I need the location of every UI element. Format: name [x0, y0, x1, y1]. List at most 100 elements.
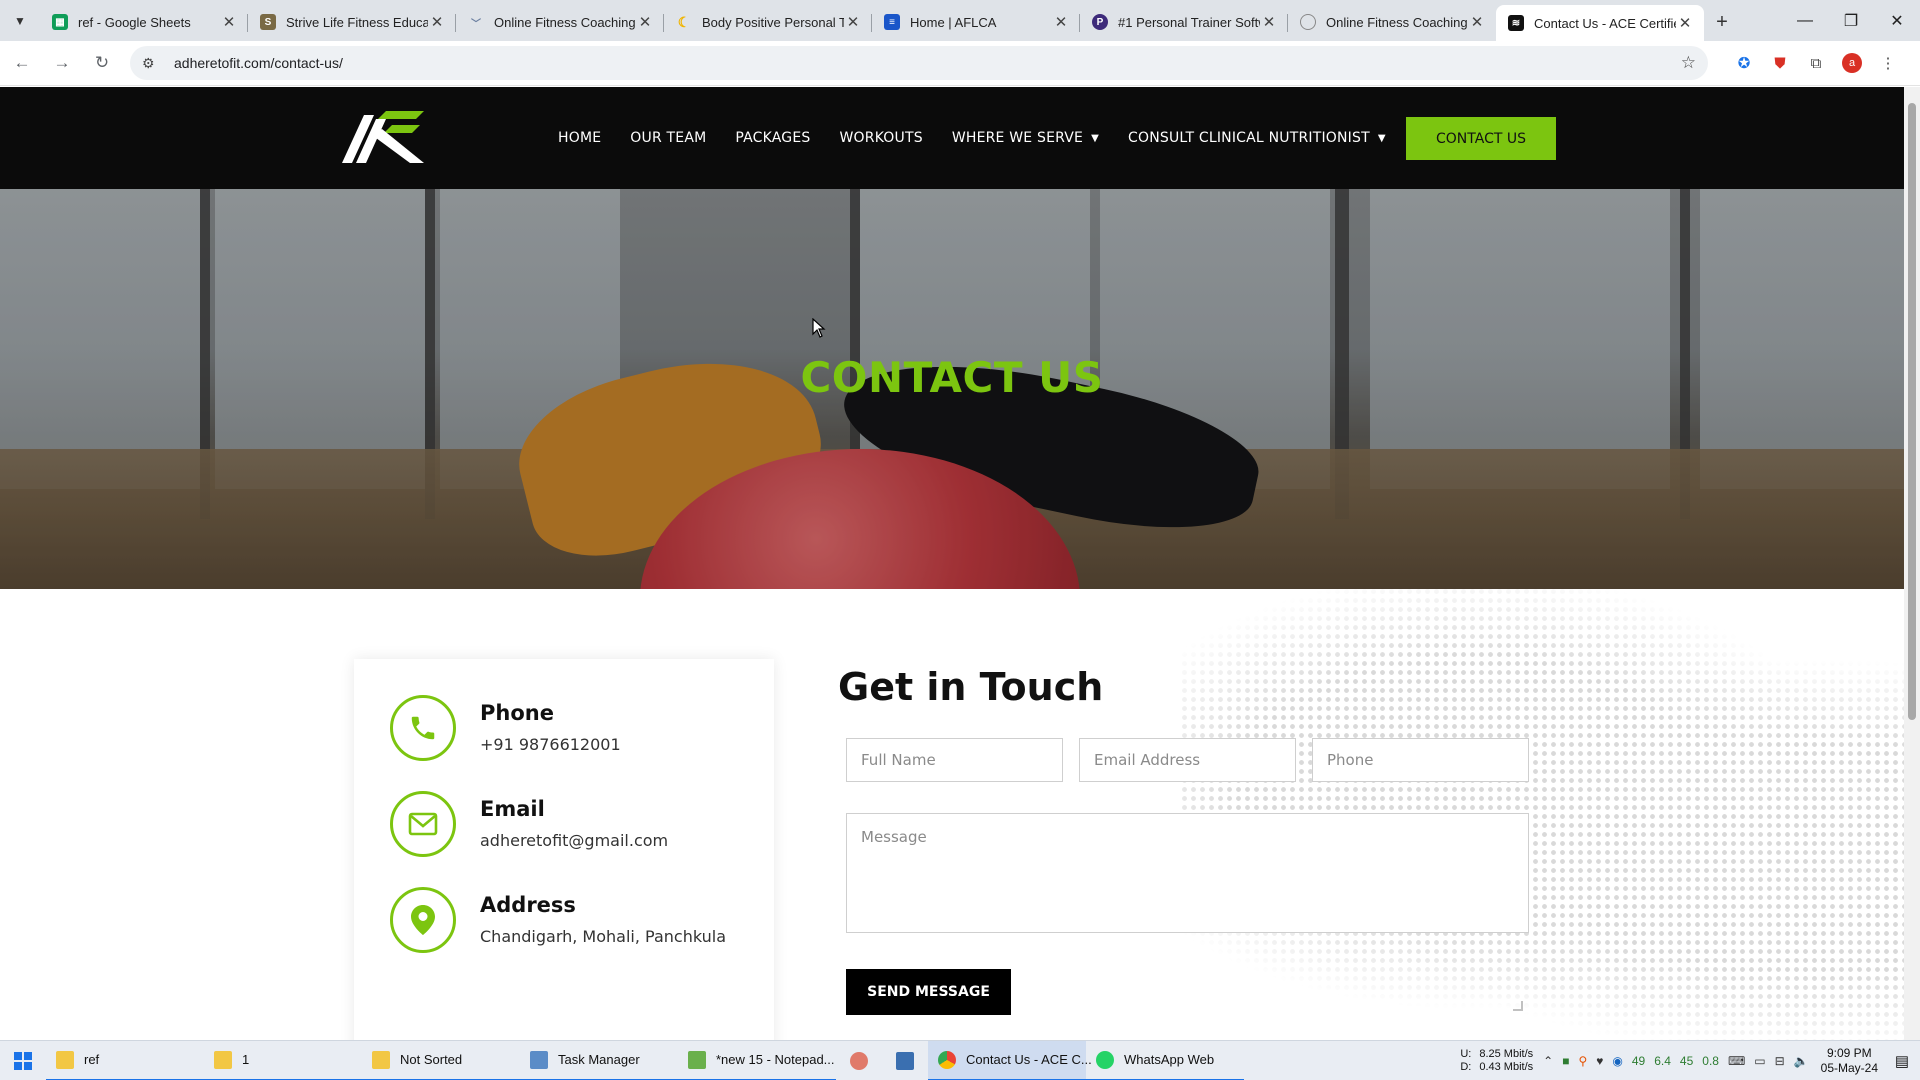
- nav-home[interactable]: HOME: [558, 130, 601, 146]
- volume-icon[interactable]: 🔈: [1794, 1054, 1809, 1068]
- search-tray-icon[interactable]: ⚲: [1578, 1054, 1587, 1068]
- tab-close-icon[interactable]: ✕: [1052, 13, 1070, 31]
- system-tray: U: D: 8.25 Mbit/s 0.43 Mbit/s ⌃ ■ ⚲ ♥ ◉ 49…: [1460, 1041, 1920, 1080]
- full-name-input[interactable]: [846, 738, 1063, 782]
- minimize-icon[interactable]: —: [1782, 0, 1828, 41]
- window-controls: — ❐ ✕: [1782, 0, 1920, 41]
- coaching-icon: ﹀: [471, 18, 481, 30]
- textarea-resize-handle[interactable]: [1513, 1001, 1523, 1011]
- bookmark-star-icon[interactable]: ☆: [1681, 53, 1696, 73]
- nav-packages[interactable]: PACKAGES: [735, 130, 810, 146]
- tab-title: Contact Us - ACE Certifie: [1534, 15, 1676, 31]
- taskbar-item-chrome[interactable]: Contact Us - ACE C...: [928, 1040, 1092, 1080]
- restore-icon[interactable]: ❐: [1828, 0, 1874, 41]
- profile-avatar[interactable]: a: [1834, 45, 1870, 81]
- tab-close-icon[interactable]: ✕: [844, 13, 862, 31]
- sheets-icon: ▦: [52, 14, 68, 30]
- extensions-puzzle-icon[interactable]: ⧉: [1798, 45, 1834, 81]
- tab-body-positive[interactable]: ☾ Body Positive Personal Tra ✕: [664, 5, 872, 39]
- back-arrow-icon[interactable]: ←: [4, 45, 40, 81]
- tab-contact-us-active[interactable]: ≋ Contact Us - ACE Certifie ✕: [1496, 5, 1704, 41]
- folder-icon: [372, 1050, 390, 1069]
- nav-workouts[interactable]: WORKOUTS: [840, 130, 923, 146]
- contact-address: Address Chandigarh, Mohali, Panchkula: [390, 887, 726, 953]
- site-settings-icon[interactable]: ⚙: [142, 55, 164, 72]
- tab-strive-life[interactable]: S Strive Life Fitness Educatic ✕: [248, 5, 456, 39]
- tray-metric: 0.8: [1702, 1054, 1719, 1068]
- nav-our-team[interactable]: OUR TEAM: [630, 130, 706, 146]
- taskbar-label: *new 15 - Notepad...: [716, 1052, 835, 1067]
- ace-icon: ≋: [1508, 15, 1524, 31]
- tab-close-icon[interactable]: ✕: [1260, 13, 1278, 31]
- tab-title: ref - Google Sheets: [78, 14, 191, 30]
- taskbar-item-1[interactable]: 1: [204, 1041, 362, 1080]
- tab-title: Strive Life Fitness Educatic: [286, 14, 428, 30]
- taskbar-item-app-7[interactable]: [882, 1041, 928, 1080]
- contact-email: Email adheretofit@gmail.com: [390, 791, 668, 857]
- message-textarea[interactable]: [846, 813, 1529, 933]
- tray-globe-icon[interactable]: ◉: [1612, 1054, 1622, 1068]
- contact-info-card: Phone +91 9876612001 Email adheretofit@g…: [354, 659, 774, 1040]
- chevron-up-icon[interactable]: ⌃: [1543, 1054, 1553, 1068]
- tab-online-fitness-1[interactable]: ﹀ Online Fitness Coaching | ✕: [456, 5, 664, 39]
- taskbar-item-task-manager[interactable]: Task Manager: [520, 1041, 678, 1080]
- taskbar-item-notepad[interactable]: *new 15 - Notepad...: [678, 1041, 836, 1080]
- contact-phone: Phone +91 9876612001: [390, 695, 621, 761]
- tab-aflca[interactable]: ≡ Home | AFLCA ✕: [872, 5, 1080, 39]
- email-value[interactable]: adheretofit@gmail.com: [480, 831, 668, 850]
- tray-icons: ⌃ ■ ⚲ ♥ ◉ 49 6.4 45 0.8 ⌨ ▭ ⊟ 🔈: [1543, 1054, 1809, 1068]
- keyboard-icon[interactable]: ⌨: [1728, 1054, 1745, 1068]
- email-input[interactable]: [1079, 738, 1296, 782]
- site-logo[interactable]: [342, 109, 424, 165]
- tab-close-icon[interactable]: ✕: [428, 13, 446, 31]
- taskbar-item-ref[interactable]: ref: [46, 1041, 204, 1080]
- tray-app-icon[interactable]: ■: [1562, 1054, 1569, 1068]
- tray-metric: 6.4: [1654, 1054, 1671, 1068]
- notification-icon[interactable]: ▤: [1890, 1052, 1914, 1070]
- taskbar-item-not-sorted[interactable]: Not Sorted: [362, 1041, 520, 1080]
- phone-value[interactable]: +91 9876612001: [480, 735, 621, 754]
- phone-input[interactable]: [1312, 738, 1529, 782]
- tab-close-icon[interactable]: ✕: [220, 13, 238, 31]
- main-navigation: HOME OUR TEAM PACKAGES WORKOUTS WHERE WE…: [558, 87, 1415, 189]
- extension-shield-icon[interactable]: ⛊: [1762, 45, 1798, 81]
- network-icon[interactable]: ⊟: [1775, 1054, 1785, 1068]
- tab-google-sheets[interactable]: ▦ ref - Google Sheets ✕: [40, 5, 248, 39]
- send-message-button[interactable]: SEND MESSAGE: [846, 969, 1011, 1015]
- chevron-down-icon: ▼: [1377, 132, 1386, 144]
- scrollbar-thumb[interactable]: [1908, 103, 1916, 720]
- tab-close-icon[interactable]: ✕: [1676, 14, 1694, 32]
- windows-start-icon[interactable]: [0, 1041, 46, 1080]
- nav-where-we-serve[interactable]: WHERE WE SERVE ▼: [952, 130, 1099, 146]
- address-label: Address: [480, 893, 576, 917]
- close-window-icon[interactable]: ✕: [1874, 0, 1920, 41]
- url-text[interactable]: adheretofit.com/contact-us/: [174, 55, 1681, 71]
- whatsapp-icon: [1096, 1050, 1114, 1069]
- tab-close-icon[interactable]: ✕: [636, 13, 654, 31]
- extension-blue-icon[interactable]: ✪: [1726, 45, 1762, 81]
- contact-us-button[interactable]: CONTACT US: [1406, 117, 1556, 160]
- chevron-down-icon: ▼: [1091, 132, 1099, 144]
- forward-arrow-icon[interactable]: →: [44, 45, 80, 81]
- page-scrollbar[interactable]: [1904, 87, 1920, 1040]
- taskbar-item-whatsapp[interactable]: WhatsApp Web: [1086, 1041, 1244, 1080]
- tray-metric: 45: [1679, 1054, 1694, 1068]
- chrome-menu-icon[interactable]: ⋮: [1870, 45, 1906, 81]
- tray-shield-icon[interactable]: ♥: [1596, 1054, 1603, 1068]
- document-app-icon: [896, 1051, 914, 1070]
- system-clock[interactable]: 9:09 PM 05-May-24: [1821, 1046, 1878, 1076]
- nav-label: WHERE WE SERVE: [951, 130, 1084, 146]
- tab-personal-trainer-software[interactable]: P #1 Personal Trainer Softw ✕: [1080, 5, 1288, 39]
- new-tab-plus-icon[interactable]: +: [1704, 5, 1740, 39]
- nav-consult-nutritionist[interactable]: CONSULT CLINICAL NUTRITIONIST ▼: [1128, 130, 1386, 146]
- tab-close-icon[interactable]: ✕: [1468, 13, 1486, 31]
- battery-icon[interactable]: ▭: [1754, 1054, 1765, 1068]
- envelope-icon: [390, 791, 456, 857]
- reload-icon[interactable]: ↻: [84, 45, 120, 81]
- browser-toolbar: ← → ↻ ⚙ adheretofit.com/contact-us/ ☆ ✪ …: [0, 41, 1920, 86]
- tab-search-chevron-icon[interactable]: ▼: [0, 0, 40, 41]
- taskbar-item-app-6[interactable]: [836, 1041, 882, 1080]
- tab-online-fitness-2[interactable]: Online Fitness Coaching | ✕: [1288, 5, 1496, 39]
- address-bar[interactable]: ⚙ adheretofit.com/contact-us/ ☆: [130, 46, 1708, 80]
- net-down-label: D:: [1460, 1061, 1472, 1073]
